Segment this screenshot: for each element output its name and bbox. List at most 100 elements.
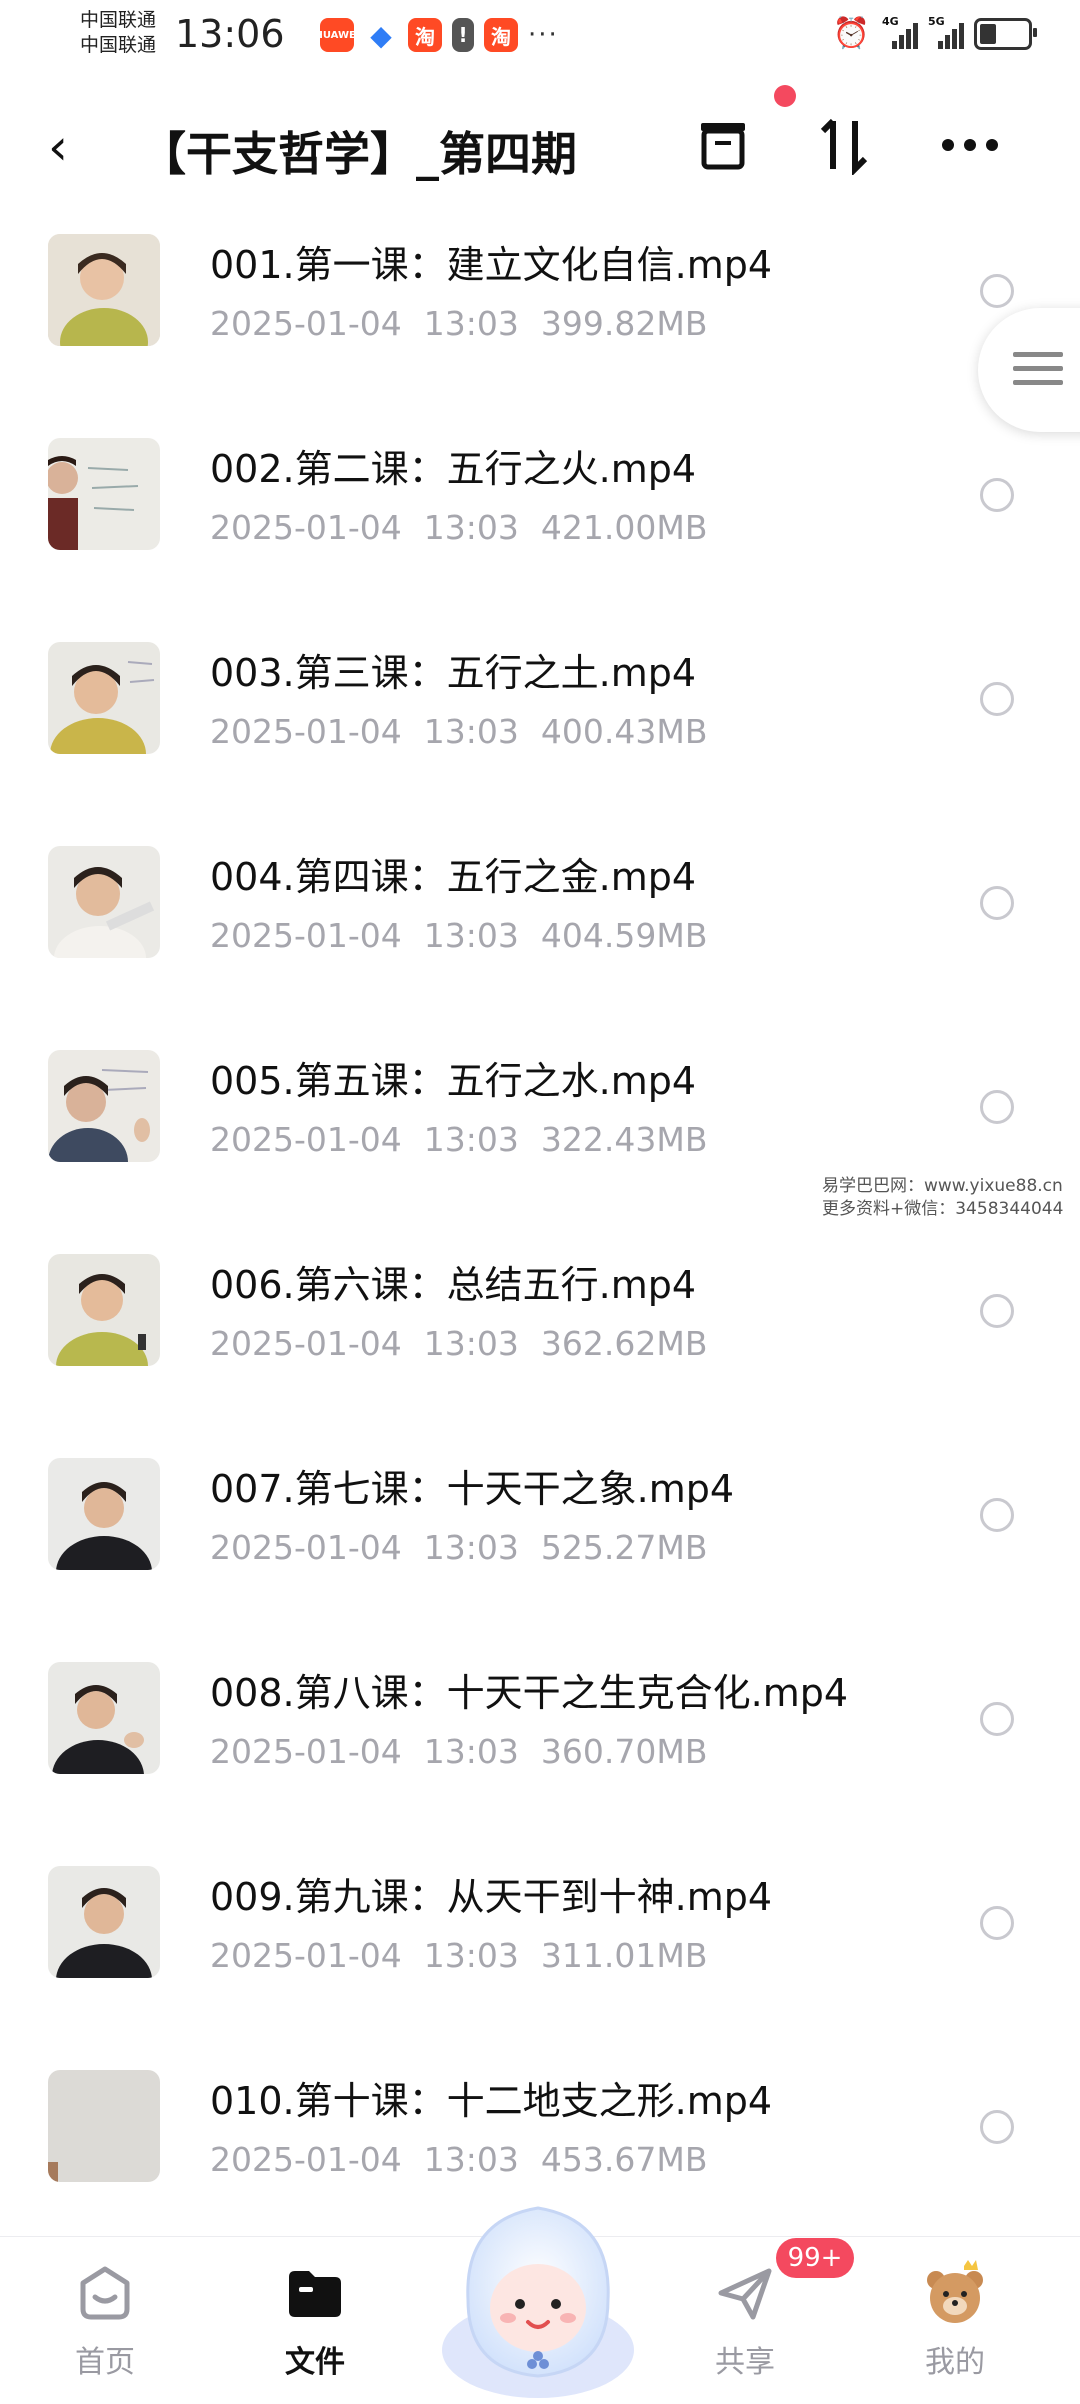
file-name: 004.第四课：五行之金.mp4 — [210, 855, 697, 899]
file-size: 362.62MB — [540, 1324, 708, 1363]
list-item[interactable]: 008.第八课：十天干之生克合化.mp4 2025-01-04 13:03 360.… — [0, 1640, 1080, 1844]
list-item[interactable]: 009.第九课：从天干到十神.mp4 2025-01-04 13:03 311.01… — [0, 1844, 1080, 2048]
video-thumbnail — [48, 1050, 160, 1162]
more-options-icon[interactable] — [935, 110, 1005, 180]
tab-mine[interactable]: 我的 — [890, 2257, 1020, 2381]
tab-home[interactable]: 首页 — [40, 2257, 170, 2381]
select-radio[interactable] — [980, 1702, 1014, 1736]
file-name: 010.第十课：十二地支之形.mp4 — [210, 2079, 773, 2123]
file-name: 005.第五课：五行之水.mp4 — [210, 1059, 697, 1103]
signal-icon: 4G — [882, 15, 918, 49]
notification-dot — [774, 85, 796, 107]
list-item[interactable]: 002.第二课：五行之火.mp4 2025-01-04 13:03 421.00MB — [0, 416, 1080, 620]
carrier-info: 中国联通 中国联通 — [80, 8, 156, 58]
taobao-icon: 淘 — [408, 18, 442, 52]
select-radio[interactable] — [980, 1294, 1014, 1328]
back-icon[interactable]: ‹ — [48, 118, 68, 176]
file-name: 003.第三课：五行之土.mp4 — [210, 651, 697, 695]
ai-assistant-mascot[interactable] — [424, 2180, 652, 2400]
alert-icon: ! — [452, 18, 474, 52]
file-time: 13:03 — [423, 1732, 519, 1771]
file-meta: 2025-01-04 13:03 400.43MB — [210, 712, 729, 751]
app-notification-icon: HUAWEI — [314, 18, 360, 52]
list-item[interactable]: 004.第四课：五行之金.mp4 2025-01-04 13:03 404.59MB — [0, 824, 1080, 1028]
status-time: 13:06 — [175, 12, 285, 56]
select-radio[interactable] — [980, 2110, 1014, 2144]
header-bar: ‹ 【干支哲学】_第四期 — [0, 90, 1080, 200]
file-date: 2025-01-04 — [210, 712, 402, 751]
tab-mine-label: 我的 — [925, 2345, 985, 2380]
file-size: 404.59MB — [540, 916, 708, 955]
file-time: 13:03 — [423, 2140, 519, 2179]
video-thumbnail — [48, 1866, 160, 1978]
file-meta: 2025-01-04 13:03 362.62MB — [210, 1324, 729, 1363]
select-radio[interactable] — [980, 1090, 1014, 1124]
file-meta: 2025-01-04 13:03 453.67MB — [210, 2140, 729, 2179]
transfer-list-icon[interactable] — [688, 110, 758, 180]
watermark: 易学巴巴网：www.yixue88.cn 更多资料+微信：3458344044 — [822, 1175, 1063, 1221]
file-time: 13:03 — [423, 1324, 519, 1363]
carrier-2: 中国联通 — [80, 34, 157, 56]
select-radio[interactable] — [980, 274, 1014, 308]
watermark-line1: 易学巴巴网：www.yixue88.cn — [822, 1176, 1063, 1196]
file-date: 2025-01-04 — [210, 1936, 402, 1975]
file-size: 525.27MB — [540, 1528, 708, 1567]
tab-files[interactable]: 文件 — [250, 2257, 380, 2381]
tab-share-label: 共享 — [715, 2345, 775, 2380]
video-thumbnail — [48, 1254, 160, 1366]
status-bar: 中国联通 中国联通 13:06 HUAWEI ◆ 淘 ! 淘 ··· ⏰ 4G … — [0, 0, 1080, 72]
file-date: 2025-01-04 — [210, 1528, 402, 1567]
video-thumbnail — [48, 846, 160, 958]
file-meta: 2025-01-04 13:03 399.82MB — [210, 304, 729, 343]
file-list: 001.第一课：建立文化自信.mp4 2025-01-04 13:03 399.82… — [0, 212, 1080, 2252]
menu-icon — [1013, 352, 1063, 394]
list-item[interactable]: 001.第一课：建立文化自信.mp4 2025-01-04 13:03 399.82… — [0, 212, 1080, 416]
file-meta: 2025-01-04 13:03 525.27MB — [210, 1528, 729, 1567]
list-item[interactable]: 007.第七课：十天干之象.mp4 2025-01-04 13:03 525.27M… — [0, 1436, 1080, 1640]
signal-icon: 5G — [928, 15, 964, 49]
select-radio[interactable] — [980, 478, 1014, 512]
battery-icon — [974, 17, 1037, 50]
file-size: 311.01MB — [540, 1936, 708, 1975]
list-item[interactable]: 003.第三课：五行之土.mp4 2025-01-04 13:03 400.43MB — [0, 620, 1080, 824]
select-radio[interactable] — [980, 1498, 1014, 1532]
system-status-icons: ⏰ 4G 5G — [833, 15, 1037, 51]
file-size: 399.82MB — [540, 304, 708, 343]
select-radio[interactable] — [980, 1906, 1014, 1940]
file-meta: 2025-01-04 13:03 360.70MB — [210, 1732, 729, 1771]
tab-home-label: 首页 — [75, 2345, 135, 2380]
file-name: 009.第九课：从天干到十神.mp4 — [210, 1875, 773, 1919]
video-thumbnail — [48, 234, 160, 346]
file-meta: 2025-01-04 13:03 421.00MB — [210, 508, 729, 547]
select-radio[interactable] — [980, 886, 1014, 920]
file-time: 13:03 — [423, 1528, 519, 1567]
file-size: 400.43MB — [540, 712, 708, 751]
page-title: 【干支哲学】_第四期 — [140, 127, 577, 181]
file-date: 2025-01-04 — [210, 1120, 402, 1159]
file-time: 13:03 — [423, 712, 519, 751]
file-date: 2025-01-04 — [210, 1732, 402, 1771]
file-date: 2025-01-04 — [210, 304, 402, 343]
file-time: 13:03 — [423, 304, 519, 343]
file-size: 322.43MB — [540, 1120, 708, 1159]
select-radio[interactable] — [980, 682, 1014, 716]
file-name: 006.第六课：总结五行.mp4 — [210, 1263, 697, 1307]
taobao-icon: 淘 — [484, 18, 518, 52]
file-name: 001.第一课：建立文化自信.mp4 — [210, 243, 773, 287]
network-type-2: 5G — [928, 14, 945, 28]
video-thumbnail — [48, 1458, 160, 1570]
carrier-1: 中国联通 — [80, 9, 157, 31]
video-thumbnail — [48, 642, 160, 754]
file-date: 2025-01-04 — [210, 508, 402, 547]
file-name: 002.第二课：五行之火.mp4 — [210, 447, 697, 491]
sort-icon[interactable] — [810, 110, 880, 180]
file-time: 13:03 — [423, 508, 519, 547]
watermark-line2: 更多资料+微信：3458344044 — [822, 1199, 1064, 1219]
file-date: 2025-01-04 — [210, 1324, 402, 1363]
list-item[interactable]: 006.第六课：总结五行.mp4 2025-01-04 13:03 362.62MB — [0, 1232, 1080, 1436]
folder-icon — [250, 2257, 380, 2329]
bear-avatar-icon — [890, 2257, 1020, 2329]
more-notifications-icon: ··· — [528, 20, 559, 50]
share-badge: 99+ — [776, 2238, 854, 2278]
file-time: 13:03 — [423, 1120, 519, 1159]
